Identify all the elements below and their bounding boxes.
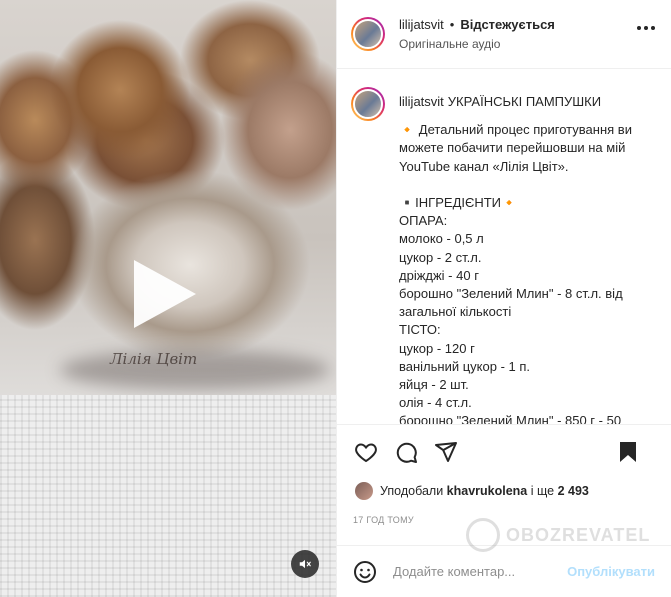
share-button[interactable] bbox=[433, 439, 459, 465]
caption-avatar[interactable] bbox=[351, 87, 385, 121]
caption-line: 🔸 Детальний процес приготування ви может… bbox=[399, 122, 636, 174]
author-username[interactable]: lilijatsvit bbox=[399, 17, 444, 32]
comment-input[interactable] bbox=[391, 563, 565, 580]
caption-line bbox=[399, 176, 657, 194]
instagram-post: Лілія Цвіт lilijatsvit • Відстежується Ори… bbox=[0, 0, 671, 597]
video-watermark: Лілія Цвіт bbox=[110, 350, 198, 368]
paper-plane-icon bbox=[435, 442, 457, 462]
caption-line: ОПАРА: bbox=[399, 213, 448, 229]
caption-line: молоко - 0,5 л bbox=[399, 231, 484, 247]
likes-and-more: і ще bbox=[530, 484, 555, 498]
liker-avatar[interactable] bbox=[355, 482, 373, 500]
post-caption: lilijatsvit УКРАЇНСЬКІ ПАМПУШКИ 🔸 Детальн… bbox=[337, 69, 671, 425]
smiley-icon[interactable] bbox=[353, 560, 377, 584]
following-button[interactable]: Відстежується bbox=[460, 17, 555, 32]
caption-line: ▪️ІНГРЕДІЄНТИ🔸 bbox=[399, 195, 518, 211]
heart-icon bbox=[355, 443, 377, 463]
caption-title: УКРАЇНСЬКІ ПАМПУШКИ bbox=[447, 94, 602, 109]
liker-username[interactable]: khavrukolena bbox=[447, 484, 528, 498]
post-header: lilijatsvit • Відстежується Оригінальне ау… bbox=[337, 0, 671, 69]
caption-line: цукор - 2 ст.л. bbox=[399, 249, 482, 265]
caption-line: ТІСТО: bbox=[399, 322, 441, 338]
caption-line: дріжджі - 40 г bbox=[399, 267, 479, 283]
obozrevatel-watermark: OBOZREVATEL bbox=[466, 518, 650, 552]
audio-label[interactable]: Оригінальне аудіо bbox=[399, 37, 555, 51]
like-button[interactable] bbox=[353, 439, 379, 465]
obozrevatel-logo-icon bbox=[466, 518, 500, 552]
bookmark-icon bbox=[620, 442, 636, 462]
comment-button[interactable] bbox=[393, 439, 419, 465]
caption-line: олія - 4 ст.л. bbox=[399, 395, 472, 411]
post-comment-button[interactable]: Опублікувати bbox=[567, 564, 655, 579]
caption-line: ванільний цукор - 1 п. bbox=[399, 358, 531, 374]
play-icon[interactable] bbox=[134, 260, 196, 328]
tablecloth bbox=[0, 395, 336, 597]
comment-bar: Опублікувати bbox=[337, 545, 671, 597]
comment-icon bbox=[396, 442, 417, 463]
likes-prefix: Уподобали bbox=[380, 484, 444, 498]
mute-button[interactable] bbox=[291, 550, 319, 578]
post-sidebar: lilijatsvit • Відстежується Оригінальне ау… bbox=[336, 0, 671, 597]
obozrevatel-watermark-text: OBOZREVATEL bbox=[506, 524, 651, 545]
action-bar bbox=[337, 425, 671, 479]
caption-line: цукор - 120 г bbox=[399, 340, 475, 356]
speaker-muted-icon bbox=[299, 559, 311, 569]
caption-line: борошно "Зелений Млин" - 8 ст.л. від заг… bbox=[399, 286, 627, 320]
caption-text: 🔸 Детальний процес приготування ви может… bbox=[399, 121, 657, 425]
likes-summary: Уподобали khavrukolena і ще 2 493 bbox=[337, 479, 671, 503]
post-video[interactable]: Лілія Цвіт bbox=[0, 0, 336, 597]
caption-line: борошно "Зелений Млин" - 850 г - 50 bbox=[399, 413, 622, 425]
caption-line: яйця - 2 шт. bbox=[399, 377, 469, 393]
save-button[interactable] bbox=[615, 439, 641, 465]
caption-username[interactable]: lilijatsvit bbox=[399, 94, 444, 109]
likes-count[interactable]: 2 493 bbox=[558, 484, 589, 498]
more-horizontal-icon[interactable] bbox=[637, 26, 655, 30]
separator-dot: • bbox=[449, 17, 455, 32]
author-avatar[interactable] bbox=[351, 17, 385, 51]
